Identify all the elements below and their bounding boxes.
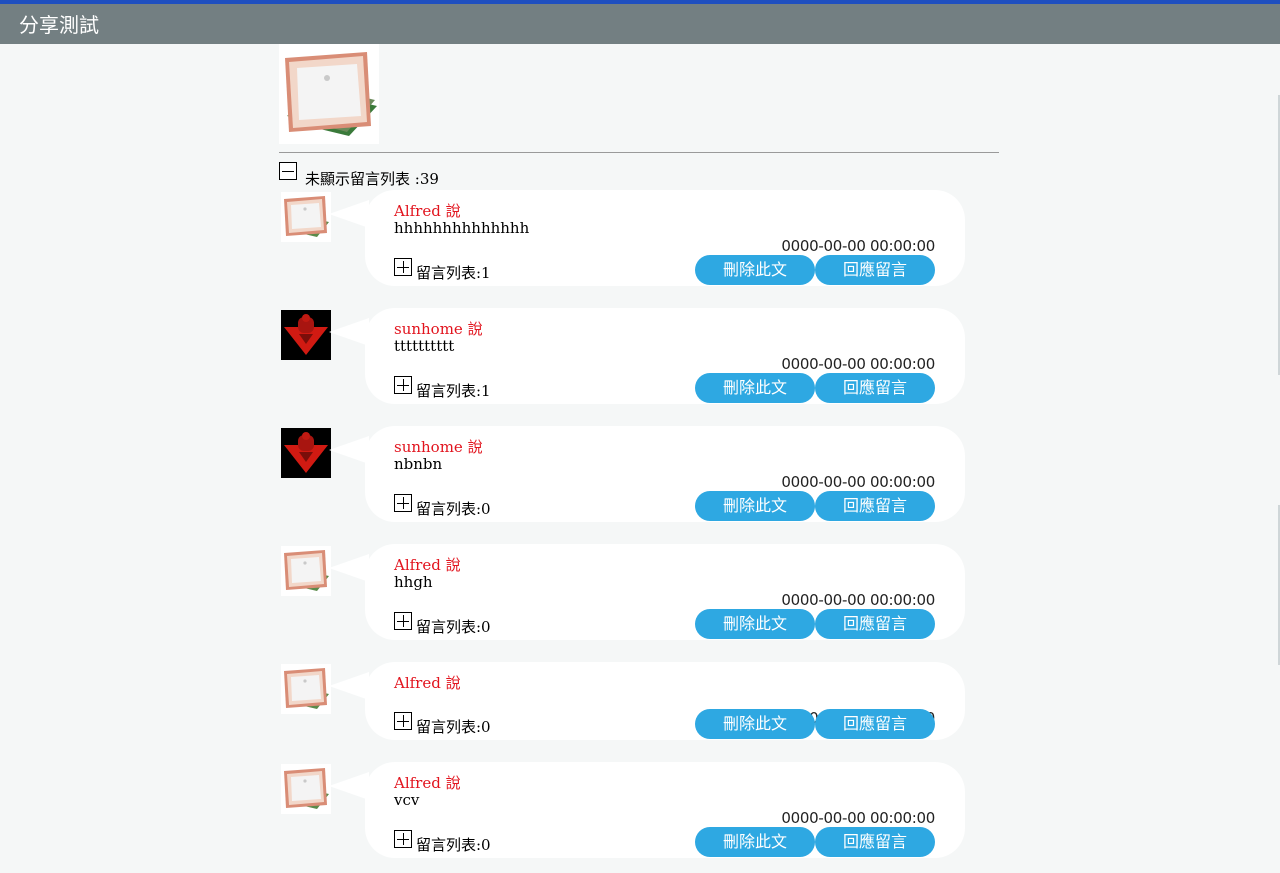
reply-count-label: 留言列表:0 <box>416 718 491 736</box>
comment-bubble: Alfred 說 hhgh 0000-00-00 00:00:00 留言列表:0 刪除此… <box>329 544 965 640</box>
expand-icon[interactable] <box>394 494 412 512</box>
comment-datetime: 0000-00-00 00:00:00 <box>781 591 935 609</box>
gps-module-image <box>279 44 379 144</box>
delete-post-button[interactable]: 刪除此文 <box>695 491 815 521</box>
comment-bubble: sunhome 說 nbnbn 0000-00-00 00:00:00 留言列表:0 刪… <box>329 426 965 522</box>
reply-count-label: 留言列表:0 <box>416 500 491 518</box>
comment-item: Alfred 說 vcv 0000-00-00 00:00:00 留言列表:0 刪除此文… <box>279 762 979 858</box>
comment-text: hhhhhhhhhhhhhh <box>394 219 530 237</box>
reply-comment-button[interactable]: 回應留言 <box>815 609 935 639</box>
comment-text: hhgh <box>394 573 433 591</box>
reply-comment-button[interactable]: 回應留言 <box>815 373 935 403</box>
list-count-label: 未顯示留言列表 :39 <box>305 170 439 188</box>
comment-datetime: 0000-00-00 00:00:00 <box>781 473 935 491</box>
delete-post-button[interactable]: 刪除此文 <box>695 709 815 739</box>
reply-comment-button[interactable]: 回應留言 <box>815 255 935 285</box>
comment-bubble: Alfred 說0000-00-00 00:00:00留言列表:0刪除此文回應留… <box>329 662 965 740</box>
app-header: 分享測試 <box>0 4 1280 44</box>
delete-post-button[interactable]: 刪除此文 <box>695 373 815 403</box>
comment-author: Alfred 說 <box>394 674 461 692</box>
reply-comment-button[interactable]: 回應留言 <box>815 709 935 739</box>
bubble-tail <box>329 200 369 228</box>
delete-post-button[interactable]: 刪除此文 <box>695 255 815 285</box>
comment-text: vcv <box>394 791 420 809</box>
bubble-tail <box>329 554 369 582</box>
comment-item: Alfred 說 hhhhhhhhhhhhhh 0000-00-00 00:00:0… <box>279 190 979 286</box>
expand-icon[interactable] <box>394 258 412 276</box>
reply-count-label: 留言列表:1 <box>416 264 491 282</box>
comment-author: sunhome 說 <box>394 438 483 456</box>
comment-bubble: Alfred 說 hhhhhhhhhhhhhh 0000-00-00 00:00:0… <box>329 190 965 286</box>
comment-datetime: 0000-00-00 00:00:00 <box>781 809 935 827</box>
avatar <box>281 310 331 360</box>
bubble-tail <box>329 436 369 464</box>
reply-count-label: 留言列表:1 <box>416 382 491 400</box>
expand-icon[interactable] <box>394 712 412 730</box>
delete-post-button[interactable]: 刪除此文 <box>695 827 815 857</box>
expand-icon[interactable] <box>394 830 412 848</box>
avatar <box>281 546 331 596</box>
reply-comment-button[interactable]: 回應留言 <box>815 491 935 521</box>
comment-author: Alfred 說 <box>394 556 461 574</box>
expand-icon[interactable] <box>394 376 412 394</box>
comment-bubble: sunhome 說 tttttttttt 0000-00-00 00:00:00 留言… <box>329 308 965 404</box>
comment-author: sunhome 說 <box>394 320 483 338</box>
comment-datetime: 0000-00-00 00:00:00 <box>781 237 935 255</box>
comment-item: sunhome 說 nbnbn 0000-00-00 00:00:00 留言列表:0 刪… <box>279 426 979 522</box>
comment-author: Alfred 說 <box>394 774 461 792</box>
comment-bubble: Alfred 說 vcv 0000-00-00 00:00:00 留言列表:0 刪除此文… <box>329 762 965 858</box>
comment-item: sunhome 說 tttttttttt 0000-00-00 00:00:00 留言… <box>279 308 979 404</box>
comment-text: tttttttttt <box>394 337 455 355</box>
comment-datetime: 0000-00-00 00:00:00 <box>781 355 935 373</box>
bubble-tail <box>329 318 369 346</box>
avatar <box>281 664 331 714</box>
reply-comment-button[interactable]: 回應留言 <box>815 827 935 857</box>
avatar <box>281 764 331 814</box>
avatar <box>281 192 331 242</box>
divider <box>279 152 999 153</box>
page-title: 分享測試 <box>19 13 99 37</box>
comment-text: nbnbn <box>394 455 443 473</box>
comment-item: Alfred 說0000-00-00 00:00:00留言列表:0刪除此文回應留… <box>279 662 979 740</box>
comment-author: Alfred 說 <box>394 202 461 220</box>
expand-icon[interactable] <box>394 612 412 630</box>
comment-item: Alfred 說 hhgh 0000-00-00 00:00:00 留言列表:0 刪除此… <box>279 544 979 640</box>
delete-post-button[interactable]: 刪除此文 <box>695 609 815 639</box>
avatar <box>281 428 331 478</box>
reply-count-label: 留言列表:0 <box>416 618 491 636</box>
reply-count-label: 留言列表:0 <box>416 836 491 854</box>
collapsed-list-header[interactable]: 未顯示留言列表 :39 <box>279 162 439 188</box>
bubble-tail <box>329 672 369 700</box>
bubble-tail <box>329 772 369 800</box>
collapse-icon[interactable] <box>279 162 297 180</box>
